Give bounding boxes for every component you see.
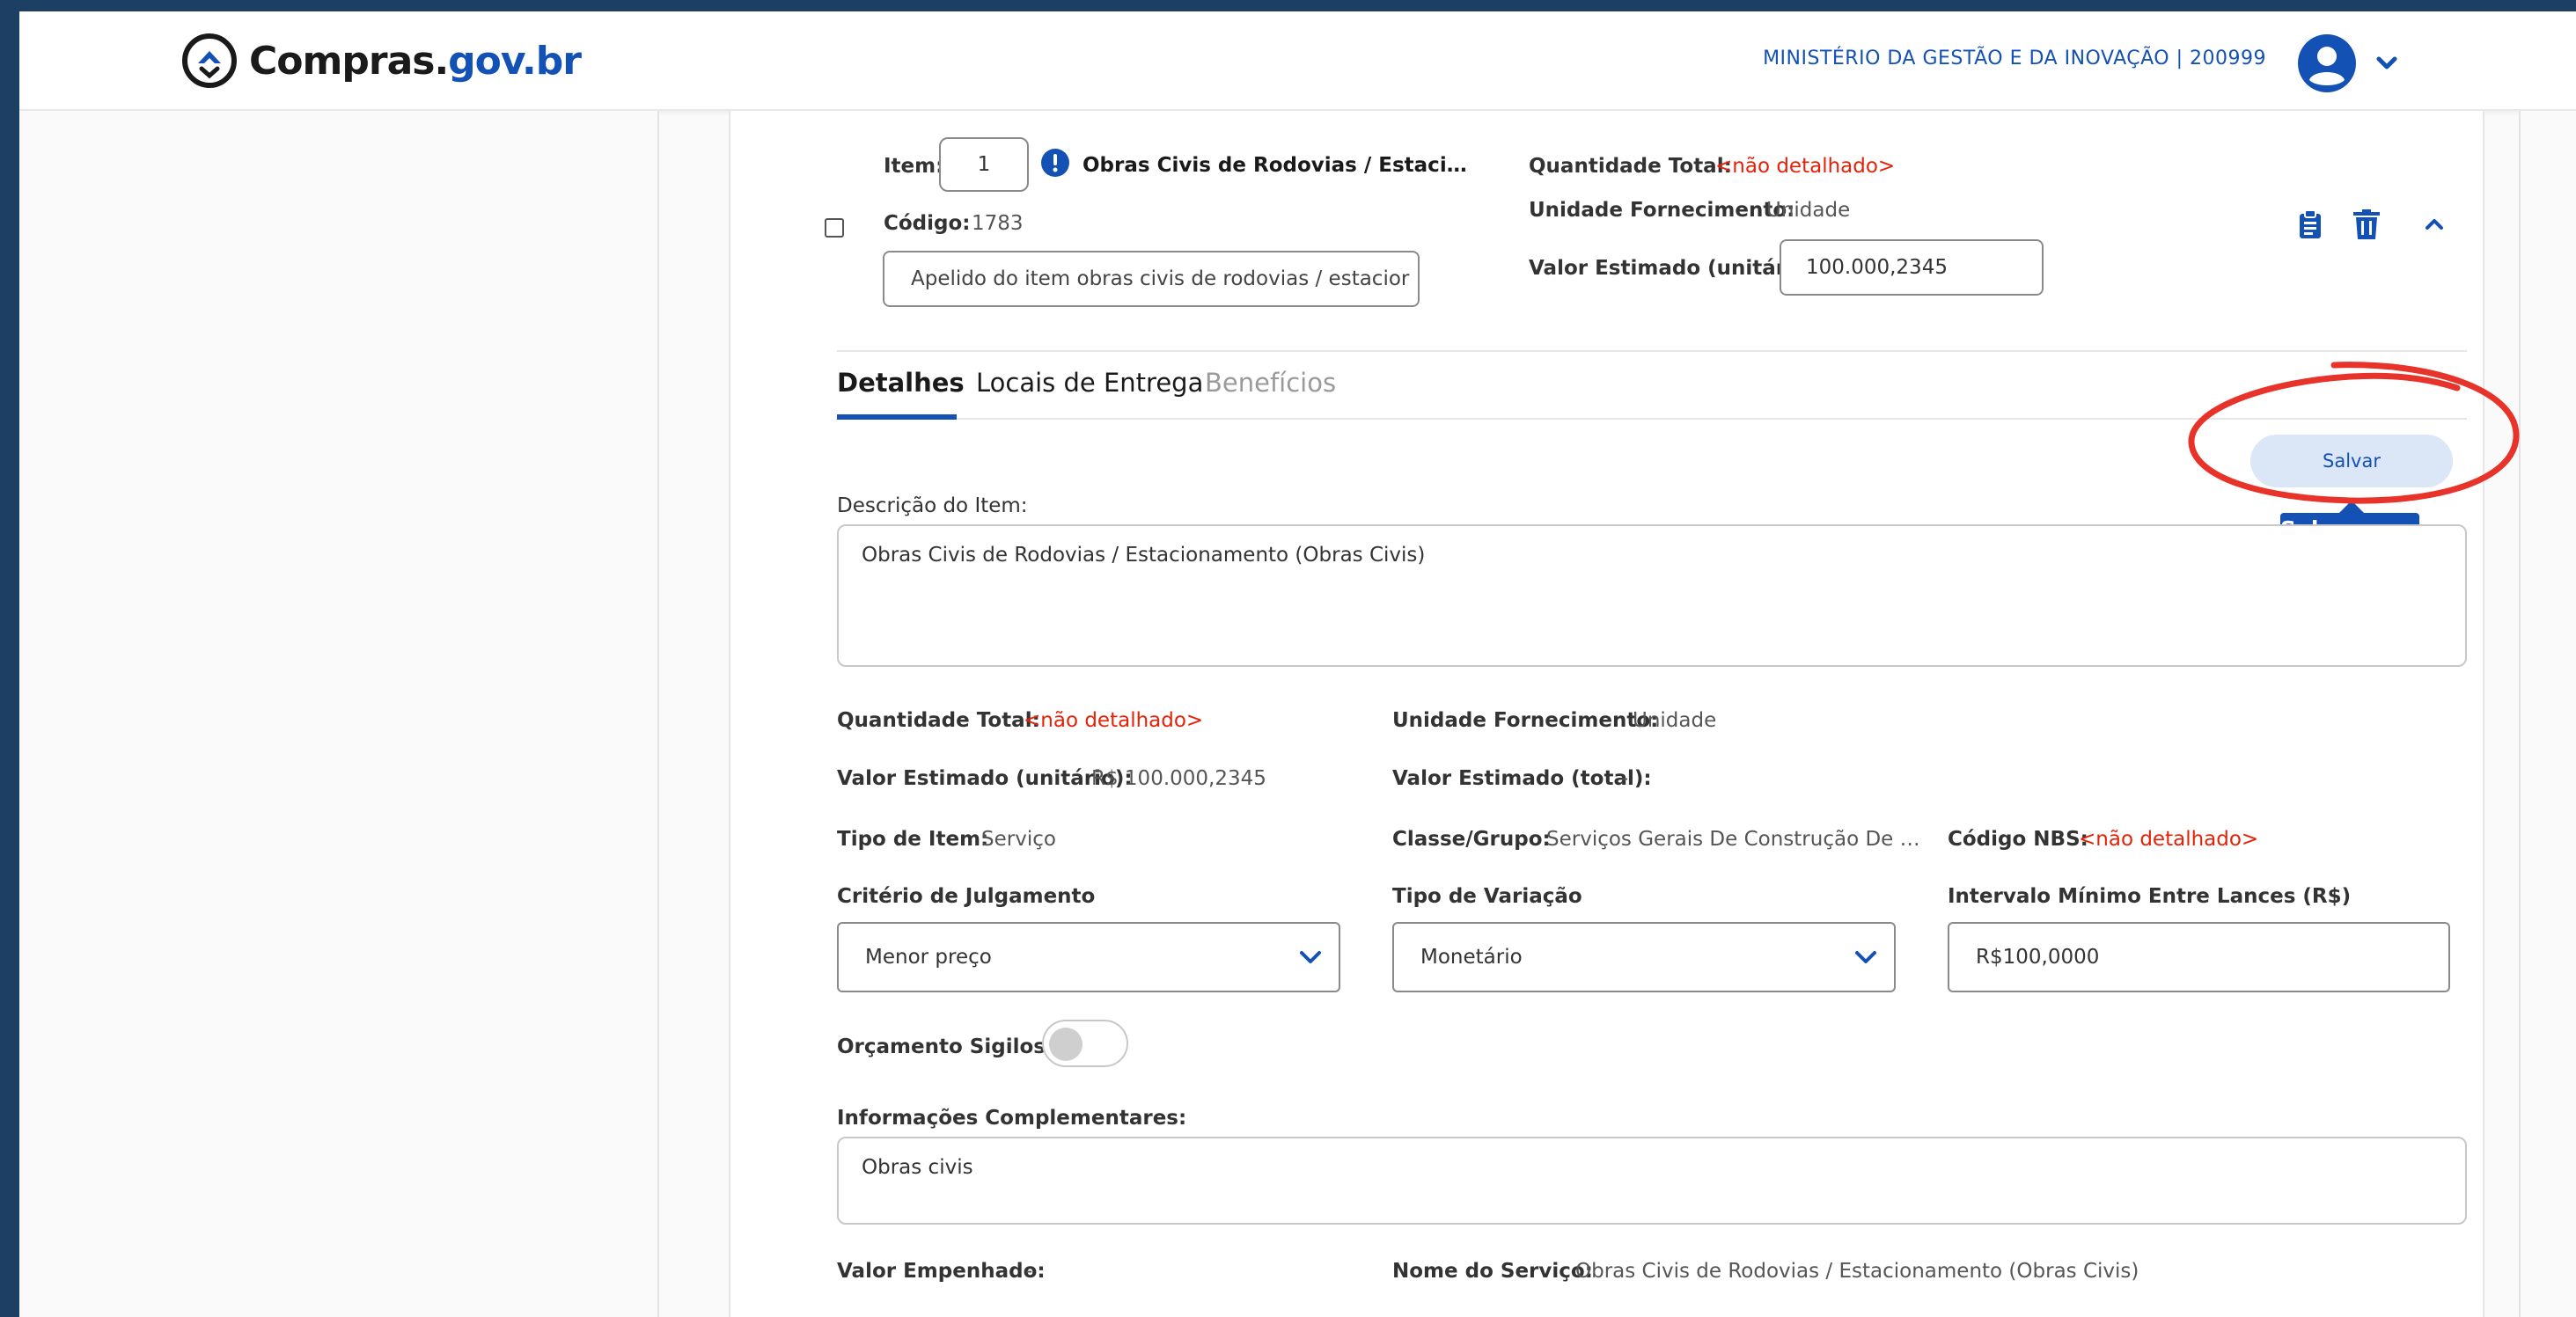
organization-label: MINISTÉRIO DA GESTÃO E DA INOVAÇÃO | 200… [1763, 48, 2266, 70]
toggle-knob [1049, 1028, 1083, 1061]
chevron-down-icon [1300, 951, 1321, 963]
sigiloso-toggle[interactable] [1042, 1020, 1128, 1067]
chevron-down-icon [1855, 951, 1876, 963]
valor-estimado-input[interactable]: 100.000,2345 [1780, 239, 2044, 296]
sigiloso-label: Orçamento Sigiloso: [837, 1035, 1068, 1058]
site-logo[interactable]: Compras.gov.br [180, 32, 582, 90]
unidade-value: Unidade [1633, 709, 1717, 732]
left-panel [19, 111, 659, 1317]
valor-total-value: - [1621, 767, 1629, 790]
active-tab-indicator [837, 414, 957, 420]
valor-empenhado-value: - [1025, 1260, 1033, 1283]
criterio-label: Critério de Julgamento [837, 885, 1096, 908]
user-avatar-icon[interactable] [2298, 34, 2356, 92]
item-name: Obras Civis de Rodovias / Estaci… [1083, 154, 1467, 177]
intervalo-label: Intervalo Mínimo Entre Lances (R$) [1948, 885, 2352, 908]
tipo-item-value: Serviço [981, 828, 1056, 851]
app-window: Compras.gov.br MINISTÉRIO DA GESTÃO E DA… [19, 11, 2576, 1317]
trash-icon[interactable] [2353, 209, 2380, 239]
summary-quantidade-value: <não detalhado> [1715, 155, 1896, 178]
nbs-value: <não detalhado> [2079, 828, 2259, 851]
tab-detalhes[interactable]: Detalhes [837, 368, 965, 398]
descricao-label: Descrição do Item: [837, 494, 1028, 517]
chevron-up-icon[interactable] [2423, 213, 2446, 236]
compras-logo-icon [182, 33, 237, 88]
valor-unitario-value: R$ 100.000,2345 [1091, 767, 1266, 790]
criterio-select[interactable]: Menor preço [837, 922, 1340, 992]
summary-unidade-value: Unidade [1766, 199, 1851, 222]
item-label: Item: [884, 155, 944, 178]
top-header: Compras.gov.br MINISTÉRIO DA GESTÃO E DA… [19, 11, 2576, 111]
nome-servico-value: Obras Civis de Rodovias / Estacionamento… [1575, 1260, 2139, 1283]
clipboard-icon[interactable] [2298, 209, 2323, 239]
codigo-value: 1783 [972, 212, 1024, 235]
summary-quantidade-label: Quantidade Total: [1529, 155, 1732, 178]
item-number-field[interactable]: 1 [939, 137, 1029, 192]
valor-empenhado-label: Valor Empenhado: [837, 1260, 1046, 1283]
chevron-down-icon[interactable] [2374, 50, 2400, 77]
descricao-value: Obras Civis de Rodovias / Estacionamento… [862, 544, 1426, 567]
unidade-label: Unidade Fornecimento: [1392, 709, 1659, 732]
info-complementares-label: Informações Complementares: [837, 1107, 1187, 1130]
tipo-item-label: Tipo de Item: [837, 828, 989, 851]
descricao-textarea[interactable]: Obras Civis de Rodovias / Estacionamento… [837, 524, 2467, 667]
apelido-input[interactable]: Apelido do item obras civis de rodovias … [883, 251, 1420, 307]
item-select-checkbox[interactable] [825, 218, 844, 238]
variacao-select[interactable]: Monetário [1392, 922, 1896, 992]
valor-unitario-label: Valor Estimado (unitário): [837, 767, 1133, 790]
info-complementares-textarea[interactable]: Obras civis [837, 1137, 2467, 1225]
classe-label: Classe/Grupo: [1392, 828, 1551, 851]
info-icon[interactable] [1040, 148, 1070, 178]
right-panel [2519, 111, 2576, 1317]
tab-beneficios[interactable]: Benefícios [1205, 368, 1336, 398]
variacao-label: Tipo de Variação [1392, 885, 1582, 908]
criterio-value: Menor preço [865, 946, 992, 969]
nome-servico-label: Nome do Serviço: [1392, 1260, 1593, 1283]
classe-value: Serviços Gerais De Construção De … [1546, 828, 1920, 851]
annotation-circle [2188, 362, 2520, 504]
info-complementares-value: Obras civis [862, 1156, 973, 1179]
variacao-value: Monetário [1420, 946, 1523, 969]
logo-text: Compras.gov.br [249, 38, 582, 84]
quantidade-label: Quantidade Total: [837, 709, 1040, 732]
nbs-label: Código NBS: [1948, 828, 2088, 851]
tab-locais-de-entrega[interactable]: Locais de Entrega [976, 368, 1203, 398]
summary-unidade-label: Unidade Fornecimento: [1529, 199, 1795, 222]
quantidade-value: <não detalhado> [1024, 709, 1204, 732]
intervalo-input[interactable]: R$100,0000 [1948, 922, 2450, 992]
codigo-label: Código: [884, 212, 971, 235]
valor-total-label: Valor Estimado (total): [1392, 767, 1652, 790]
